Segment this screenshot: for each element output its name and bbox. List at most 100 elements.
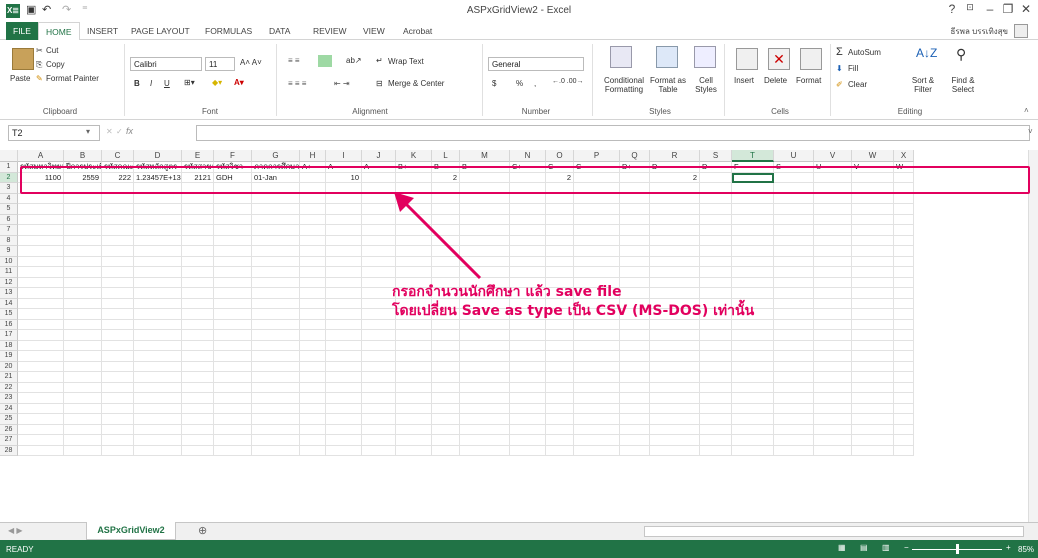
cell[interactable]: [326, 445, 362, 456]
cell[interactable]: [182, 309, 214, 320]
cell[interactable]: [852, 424, 894, 435]
column-header[interactable]: Q: [620, 150, 650, 162]
column-header[interactable]: B: [64, 150, 102, 162]
cell[interactable]: [432, 319, 460, 330]
cell[interactable]: [182, 435, 214, 446]
cell[interactable]: [700, 340, 732, 351]
row-header[interactable]: 4: [0, 193, 18, 204]
cell[interactable]: [894, 393, 914, 404]
cell[interactable]: [64, 309, 102, 320]
merge-center-button[interactable]: Merge & Center: [388, 79, 444, 88]
cell[interactable]: [18, 256, 64, 267]
cell[interactable]: [574, 235, 620, 246]
cell[interactable]: [700, 445, 732, 456]
cell[interactable]: [574, 214, 620, 225]
cell[interactable]: [650, 225, 700, 236]
cell[interactable]: [700, 372, 732, 383]
cell[interactable]: [700, 319, 732, 330]
row-header[interactable]: 17: [0, 330, 18, 341]
cell[interactable]: [214, 330, 252, 341]
column-header[interactable]: I: [326, 150, 362, 162]
align-left-icon[interactable]: ≡ ≡ ≡: [288, 79, 306, 88]
row-header[interactable]: 22: [0, 382, 18, 393]
cell[interactable]: [620, 214, 650, 225]
cell[interactable]: [102, 298, 134, 309]
cell[interactable]: [852, 235, 894, 246]
cell[interactable]: [650, 361, 700, 372]
cell[interactable]: [894, 361, 914, 372]
cell[interactable]: [574, 319, 620, 330]
cell[interactable]: [774, 277, 814, 288]
cell[interactable]: [620, 256, 650, 267]
cell[interactable]: [546, 256, 574, 267]
cell[interactable]: [894, 319, 914, 330]
insert-cells-button[interactable]: Insert: [734, 76, 754, 85]
cut-button[interactable]: Cut: [46, 46, 58, 55]
cell[interactable]: [300, 351, 326, 362]
cell[interactable]: [64, 204, 102, 215]
cell[interactable]: [362, 235, 396, 246]
cell[interactable]: [18, 193, 64, 204]
cell[interactable]: [102, 214, 134, 225]
tab-page-layout[interactable]: PAGE LAYOUT: [124, 22, 197, 40]
row-header[interactable]: 9: [0, 246, 18, 257]
column-header[interactable]: H: [300, 150, 326, 162]
cell[interactable]: [732, 414, 774, 425]
cell[interactable]: [894, 330, 914, 341]
cell[interactable]: [134, 235, 182, 246]
cell[interactable]: [814, 256, 852, 267]
cell[interactable]: [182, 445, 214, 456]
cell[interactable]: [700, 225, 732, 236]
cell[interactable]: [774, 340, 814, 351]
cell[interactable]: [252, 330, 300, 341]
cell[interactable]: [814, 235, 852, 246]
cell[interactable]: [64, 277, 102, 288]
row-header[interactable]: 7: [0, 225, 18, 236]
cell[interactable]: [852, 225, 894, 236]
cell[interactable]: [852, 204, 894, 215]
cell[interactable]: [510, 435, 546, 446]
cell[interactable]: [18, 403, 64, 414]
cell[interactable]: [574, 340, 620, 351]
cell[interactable]: [894, 372, 914, 383]
cell[interactable]: [134, 256, 182, 267]
cell[interactable]: [18, 372, 64, 383]
cell[interactable]: [700, 204, 732, 215]
column-header[interactable]: E: [182, 150, 214, 162]
cell[interactable]: [650, 267, 700, 278]
tab-formulas[interactable]: FORMULAS: [198, 22, 259, 40]
cell[interactable]: [182, 277, 214, 288]
cell[interactable]: [300, 435, 326, 446]
cell[interactable]: [18, 277, 64, 288]
cell[interactable]: [182, 298, 214, 309]
cell[interactable]: [814, 361, 852, 372]
cell[interactable]: [814, 351, 852, 362]
cell[interactable]: [64, 340, 102, 351]
cell[interactable]: [102, 267, 134, 278]
cell[interactable]: [18, 414, 64, 425]
cell[interactable]: [574, 372, 620, 383]
cell[interactable]: [326, 235, 362, 246]
cell[interactable]: [852, 361, 894, 372]
cell[interactable]: [362, 424, 396, 435]
cell[interactable]: [252, 225, 300, 236]
cell[interactable]: [214, 235, 252, 246]
cell-styles-button[interactable]: Cell Styles: [692, 76, 720, 94]
cell[interactable]: [574, 361, 620, 372]
cell[interactable]: [650, 403, 700, 414]
cell[interactable]: [574, 393, 620, 404]
cell[interactable]: [102, 382, 134, 393]
cell[interactable]: [650, 246, 700, 257]
cell[interactable]: [326, 225, 362, 236]
cell[interactable]: [814, 340, 852, 351]
cell[interactable]: [814, 288, 852, 299]
cell[interactable]: [18, 435, 64, 446]
cell[interactable]: [510, 445, 546, 456]
cell[interactable]: [852, 435, 894, 446]
cell[interactable]: [396, 372, 432, 383]
cell[interactable]: [252, 372, 300, 383]
tab-acrobat[interactable]: Acrobat: [396, 22, 439, 40]
cell[interactable]: [102, 277, 134, 288]
cell[interactable]: [620, 445, 650, 456]
cell[interactable]: [700, 193, 732, 204]
